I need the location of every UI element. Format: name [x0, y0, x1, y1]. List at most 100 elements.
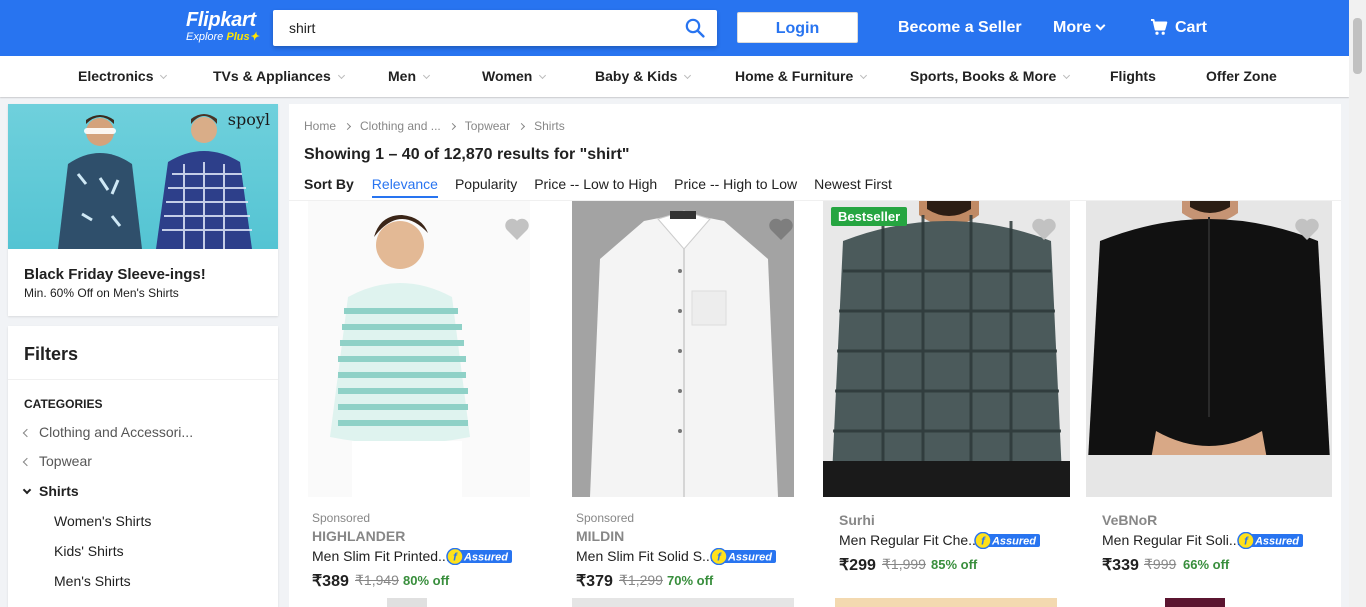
results-panel: Home Clothing and ... Topwear Shirts Showin… — [289, 104, 1341, 607]
cart-link[interactable]: Cart — [1175, 19, 1207, 37]
nav-label: Men — [388, 68, 416, 84]
subcategory-mens-shirts[interactable]: Men's Shirts — [54, 573, 131, 589]
product-image[interactable] — [1086, 201, 1332, 497]
product-photo — [1086, 201, 1332, 497]
product-card[interactable]: Bestseller Surhi Men Regular Fit Che... … — [823, 201, 1070, 607]
nav-label: Electronics — [78, 68, 154, 84]
subcategory-womens-shirts[interactable]: Women's Shirts — [54, 513, 151, 529]
category-shirts[interactable]: Shirts — [22, 483, 79, 499]
nav-baby-kids[interactable]: Baby & Kids — [595, 68, 692, 84]
assured-badge-icon: f Assured — [446, 548, 512, 565]
product-title[interactable]: Men Regular Fit Che... — [839, 532, 980, 548]
search-bar — [273, 10, 717, 46]
wishlist-heart-icon[interactable] — [504, 217, 530, 241]
nav-women[interactable]: Women — [482, 68, 547, 84]
product-brand: VeBNoR — [1102, 512, 1158, 528]
cart-icon[interactable] — [1150, 18, 1168, 36]
product-price: ₹339 — [1102, 557, 1139, 574]
product-image[interactable] — [823, 201, 1070, 497]
chevron-down-icon — [160, 71, 168, 80]
product-mrp: ₹1,299 — [619, 572, 663, 588]
nav-men[interactable]: Men — [388, 68, 431, 84]
logo-tagline: Explore Plus✦ — [186, 31, 259, 43]
nav-label: Women — [482, 68, 533, 84]
login-button[interactable]: Login — [737, 12, 858, 43]
wishlist-heart-icon[interactable] — [768, 217, 794, 241]
next-row-product-image — [387, 598, 427, 607]
svg-text:Assured: Assured — [463, 552, 508, 564]
product-card[interactable]: VeBNoR Men Regular Fit Soli... f Assured… — [1086, 201, 1332, 607]
logo-name: Flipkart — [186, 9, 256, 31]
promo-image: spoyl — [8, 104, 278, 249]
product-discount: 66% off — [1183, 557, 1230, 572]
sort-price-low-high[interactable]: Price -- Low to High — [534, 176, 657, 192]
nav-electronics[interactable]: Electronics — [78, 68, 168, 84]
sort-relevance[interactable]: Relevance — [371, 176, 438, 198]
product-card[interactable]: Sponsored MILDIN Men Slim Fit Solid S...… — [572, 201, 794, 607]
product-mrp: ₹999 — [1144, 556, 1177, 572]
category-nav: Electronics TVs & Appliances Men Women B… — [0, 56, 1349, 97]
product-mrp: ₹1,999 — [882, 556, 926, 572]
page-scrollbar[interactable] — [1349, 0, 1366, 607]
become-seller-link[interactable]: Become a Seller — [898, 19, 1022, 37]
category-clothing[interactable]: Clothing and Accessori... — [22, 424, 193, 440]
sort-bar: Sort By Relevance Popularity Price -- Low t… — [304, 176, 909, 200]
nav-label: Offer Zone — [1206, 68, 1277, 84]
chevron-right-icon — [343, 122, 352, 131]
search-icon[interactable] — [685, 18, 705, 38]
product-discount: 85% off — [931, 557, 978, 572]
sort-price-high-low[interactable]: Price -- High to Low — [674, 176, 797, 192]
product-card[interactable]: Sponsored HIGHLANDER Men Slim Fit Printe… — [308, 201, 530, 607]
breadcrumb-home[interactable]: Home — [304, 119, 336, 133]
search-input[interactable] — [273, 10, 653, 46]
breadcrumb-shirts[interactable]: Shirts — [534, 119, 565, 133]
sort-popularity[interactable]: Popularity — [455, 176, 517, 192]
chevron-down-icon — [1095, 20, 1106, 31]
nav-sports-books[interactable]: Sports, Books & More — [910, 68, 1071, 84]
product-title[interactable]: Men Slim Fit Printed... — [312, 548, 450, 564]
wishlist-heart-icon[interactable] — [1031, 217, 1057, 241]
promo-banner[interactable]: spoyl Black Friday Sleeve-ings! Min. 60%… — [8, 104, 278, 316]
product-photo — [308, 201, 530, 497]
chevron-down-icon — [860, 71, 868, 80]
sort-newest[interactable]: Newest First — [814, 176, 892, 192]
bestseller-badge: Bestseller — [831, 207, 908, 226]
wishlist-heart-icon[interactable] — [1294, 217, 1320, 241]
assured-badge-icon: f Assured — [974, 532, 1040, 549]
promo-subtitle: Min. 60% Off on Men's Shirts — [24, 286, 179, 300]
more-menu[interactable]: More — [1053, 19, 1106, 37]
nav-home-furniture[interactable]: Home & Furniture — [735, 68, 868, 84]
nav-tvs-appliances[interactable]: TVs & Appliances — [213, 68, 345, 84]
filters-heading: Filters — [24, 344, 79, 364]
nav-label: Baby & Kids — [595, 68, 678, 84]
product-image[interactable] — [572, 201, 794, 497]
nav-offer-zone[interactable]: Offer Zone — [1206, 68, 1277, 84]
product-discount: 80% off — [403, 573, 450, 588]
sponsored-label: Sponsored — [576, 511, 635, 525]
chevron-down-icon — [539, 71, 547, 80]
svg-text:Assured: Assured — [991, 536, 1036, 548]
product-photo — [823, 201, 1070, 497]
nav-label: Home & Furniture — [735, 68, 854, 84]
flipkart-logo[interactable]: Flipkart Explore Plus✦ — [186, 9, 259, 43]
chevron-down-icon — [337, 71, 345, 80]
nav-label: Sports, Books & More — [910, 68, 1057, 84]
breadcrumb-topwear[interactable]: Topwear — [465, 119, 510, 133]
product-price: ₹299 — [839, 557, 876, 574]
categories-heading: CATEGORIES — [24, 397, 103, 411]
next-row-product-image — [572, 598, 794, 607]
filters-panel: Filters CATEGORIES Clothing and Accessor… — [8, 326, 278, 607]
chevron-down-icon — [422, 71, 431, 80]
category-topwear[interactable]: Topwear — [22, 453, 92, 469]
breadcrumb-clothing[interactable]: Clothing and ... — [360, 119, 441, 133]
scrollbar-thumb[interactable] — [1353, 18, 1362, 74]
subcategory-kids-shirts[interactable]: Kids' Shirts — [54, 543, 124, 559]
nav-flights[interactable]: Flights — [1110, 68, 1156, 84]
product-title[interactable]: Men Slim Fit Solid S... — [576, 548, 714, 564]
product-title[interactable]: Men Regular Fit Soli... — [1102, 532, 1241, 548]
next-row-product-image — [1165, 598, 1225, 607]
product-image[interactable] — [308, 201, 530, 497]
next-row-product-image — [835, 598, 1057, 607]
top-header: Flipkart Explore Plus✦ Login Become a Se… — [0, 0, 1349, 56]
more-label: More — [1053, 19, 1092, 36]
